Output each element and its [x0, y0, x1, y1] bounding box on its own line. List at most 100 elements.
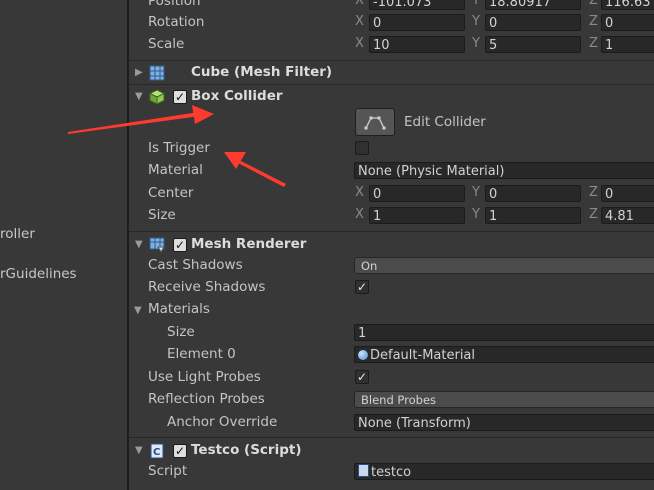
- mesh-renderer-header[interactable]: ▼ ✓ Mesh Renderer: [129, 234, 654, 256]
- box-collider-enabled-checkbox[interactable]: ✓: [173, 90, 187, 104]
- reflection-probes-row: Reflection Probes Blend Probes: [129, 389, 654, 411]
- mesh-renderer-icon: [149, 237, 165, 253]
- foldout-collapsed-icon[interactable]: ▶: [135, 67, 143, 78]
- foldout-expanded-icon[interactable]: ▼: [134, 305, 142, 316]
- foldout-expanded-icon[interactable]: ▼: [135, 445, 143, 456]
- component-separator: [129, 231, 654, 232]
- script-row: Script testco: [129, 461, 654, 483]
- z-axis-label: Z: [589, 14, 598, 29]
- use-light-probes-row: Use Light Probes ✓: [129, 367, 654, 389]
- hierarchy-item[interactable]: roller: [0, 226, 35, 242]
- size-label: Size: [148, 207, 176, 223]
- mesh-renderer-title: Mesh Renderer: [191, 236, 307, 252]
- element-0-label: Element 0: [167, 346, 236, 362]
- box-collider-icon: [149, 89, 165, 105]
- material-sphere-icon: [358, 350, 368, 360]
- reflection-probes-label: Reflection Probes: [148, 391, 265, 407]
- x-axis-label: X: [355, 0, 364, 8]
- position-y-field[interactable]: 18.80917: [485, 0, 581, 10]
- position-x-field[interactable]: -101.073: [369, 0, 465, 10]
- anchor-override-row: Anchor Override None (Transform): [129, 412, 654, 434]
- scale-z-field[interactable]: 1: [601, 36, 654, 53]
- foldout-expanded-icon[interactable]: ▼: [135, 91, 143, 102]
- size-x-field[interactable]: 1: [369, 207, 465, 224]
- component-separator: [129, 60, 654, 61]
- center-label: Center: [148, 185, 194, 201]
- y-axis-label: Y: [472, 185, 480, 200]
- edit-collider-label: Edit Collider: [404, 114, 486, 130]
- material-field[interactable]: None (Physic Material): [354, 162, 654, 179]
- element-0-field[interactable]: Default-Material: [354, 346, 654, 363]
- cast-shadows-dropdown[interactable]: On: [354, 257, 654, 274]
- x-axis-label: X: [355, 185, 364, 200]
- script-icon: C: [150, 443, 164, 459]
- z-axis-label: Z: [589, 0, 598, 8]
- cast-shadows-row: Cast Shadows On: [129, 255, 654, 277]
- script-component-header[interactable]: ▼ C ✓ Testco (Script): [129, 440, 654, 462]
- center-y-field[interactable]: 0: [485, 185, 581, 202]
- z-axis-label: Z: [589, 36, 598, 51]
- receive-shadows-checkbox[interactable]: ✓: [355, 280, 369, 294]
- anchor-override-field[interactable]: None (Transform): [354, 414, 654, 431]
- box-collider-title: Box Collider: [191, 88, 283, 104]
- hierarchy-panel: roller rGuidelines: [0, 0, 127, 490]
- center-x-field[interactable]: 0: [369, 185, 465, 202]
- scale-y-field[interactable]: 5: [485, 36, 581, 53]
- script-label: Script: [148, 463, 188, 479]
- transform-rotation-row: Rotation X 0 Y 0 Z 0: [129, 12, 654, 34]
- z-axis-label: Z: [589, 207, 598, 222]
- reflection-probes-dropdown[interactable]: Blend Probes: [354, 391, 654, 408]
- y-axis-label: Y: [472, 36, 480, 51]
- materials-size-field[interactable]: 1: [354, 324, 654, 341]
- inspector-panel: Position X -101.073 Y 18.80917 Z 116.63 …: [129, 0, 654, 490]
- foldout-expanded-icon[interactable]: ▼: [135, 239, 143, 250]
- script-component-title: Testco (Script): [191, 442, 302, 458]
- svg-text:C: C: [153, 447, 160, 458]
- materials-size-row: Size 1: [129, 322, 654, 344]
- use-light-probes-checkbox[interactable]: ✓: [355, 370, 369, 384]
- edit-collider-icon: [364, 116, 386, 130]
- is-trigger-label: Is Trigger: [148, 140, 210, 156]
- use-light-probes-label: Use Light Probes: [148, 369, 261, 385]
- size-y-field[interactable]: 1: [485, 207, 581, 224]
- x-axis-label: X: [355, 36, 364, 51]
- position-z-field[interactable]: 116.63: [601, 0, 654, 10]
- rotation-y-field[interactable]: 0: [485, 14, 581, 31]
- component-separator: [129, 84, 654, 85]
- rotation-z-field[interactable]: 0: [601, 14, 654, 31]
- x-axis-label: X: [355, 207, 364, 222]
- size-z-field[interactable]: 4.81: [601, 207, 654, 224]
- mesh-filter-icon: [149, 65, 165, 81]
- scale-x-field[interactable]: 10: [369, 36, 465, 53]
- script-field[interactable]: testco: [354, 463, 654, 480]
- rotation-label: Rotation: [148, 14, 205, 30]
- material-row: Material None (Physic Material): [129, 160, 654, 182]
- cast-shadows-label: Cast Shadows: [148, 257, 243, 273]
- z-axis-label: Z: [589, 185, 598, 200]
- hierarchy-item[interactable]: rGuidelines: [0, 266, 77, 282]
- size-row: Size X 1 Y 1 Z 4.81: [129, 205, 654, 227]
- materials-size-label: Size: [167, 324, 195, 340]
- mesh-filter-header[interactable]: ▶ Cube (Mesh Filter): [129, 62, 654, 84]
- script-value: testco: [371, 465, 412, 480]
- y-axis-label: Y: [472, 0, 480, 8]
- materials-label[interactable]: Materials: [148, 301, 210, 317]
- script-enabled-checkbox[interactable]: ✓: [173, 444, 187, 458]
- y-axis-label: Y: [472, 14, 480, 29]
- is-trigger-row: Is Trigger: [129, 138, 654, 160]
- element-0-value: Default-Material: [370, 348, 476, 363]
- element-0-row: Element 0 Default-Material: [129, 344, 654, 366]
- position-label: Position: [148, 0, 201, 9]
- mesh-renderer-enabled-checkbox[interactable]: ✓: [173, 238, 187, 252]
- component-separator: [129, 437, 654, 438]
- materials-row: ▼ Materials: [129, 299, 654, 321]
- script-file-icon: [358, 464, 369, 477]
- box-collider-header[interactable]: ▼ ✓ Box Collider: [129, 86, 654, 108]
- edit-collider-button[interactable]: [355, 108, 395, 136]
- transform-scale-row: Scale X 10 Y 5 Z 1: [129, 34, 654, 56]
- rotation-x-field[interactable]: 0: [369, 14, 465, 31]
- x-axis-label: X: [355, 14, 364, 29]
- material-label: Material: [148, 162, 203, 178]
- is-trigger-checkbox[interactable]: [355, 141, 369, 155]
- center-z-field[interactable]: 0: [601, 185, 654, 202]
